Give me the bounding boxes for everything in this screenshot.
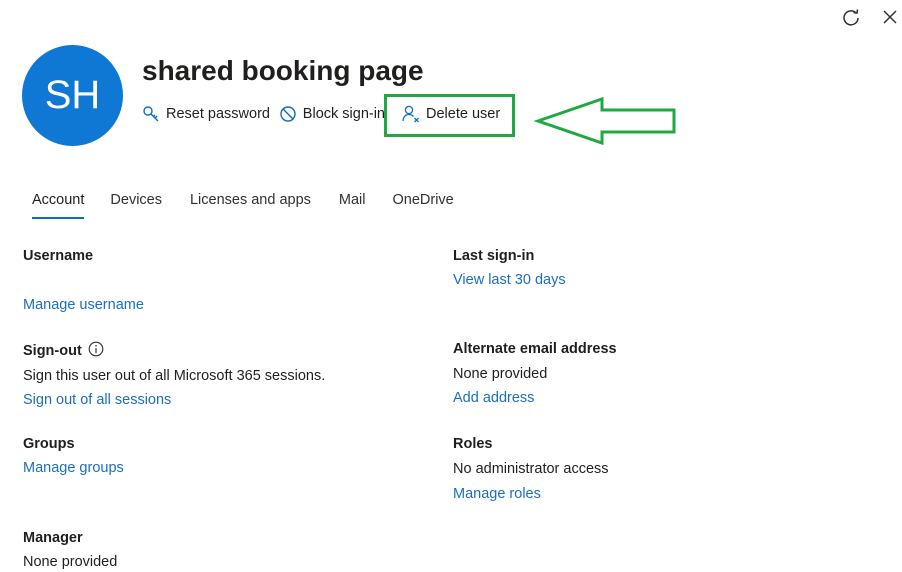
key-icon [141, 104, 161, 124]
groups-label: Groups [23, 436, 75, 452]
block-icon [279, 104, 298, 124]
user-details-panel: SH shared booking page Reset password Bl… [0, 0, 902, 572]
pointer-arrow [534, 96, 676, 146]
block-sign-in-button[interactable]: Block sign-in [279, 103, 385, 125]
alternate-email-label: Alternate email address [453, 341, 617, 357]
refresh-button[interactable] [840, 6, 862, 28]
tab-onedrive[interactable]: OneDrive [393, 190, 454, 216]
sign-out-description: Sign this user out of all Microsoft 365 … [23, 368, 326, 384]
username-label: Username [23, 248, 94, 264]
reset-password-label: Reset password [166, 106, 270, 122]
manager-label: Manager [23, 530, 83, 546]
manage-username-link[interactable]: Manage username [23, 297, 144, 313]
tab-mail[interactable]: Mail [339, 190, 366, 216]
close-icon [883, 10, 897, 24]
roles-value: No administrator access [453, 461, 609, 477]
close-button[interactable] [879, 6, 901, 28]
avatar: SH [22, 45, 123, 146]
delete-user-label: Delete user [426, 106, 501, 122]
delete-user-icon [401, 104, 421, 124]
last-sign-in-label: Last sign-in [453, 248, 535, 264]
manager-value: None provided [23, 554, 118, 570]
delete-user-button[interactable]: Delete user [401, 103, 500, 125]
tab-licenses-and-apps[interactable]: Licenses and apps [190, 190, 311, 216]
refresh-icon [843, 9, 859, 26]
tab-account[interactable]: Account [32, 190, 85, 219]
page-title: shared booking page [142, 55, 424, 86]
sign-out-label: Sign-out [23, 341, 104, 359]
alternate-email-value: None provided [453, 366, 548, 382]
manage-groups-link[interactable]: Manage groups [23, 460, 124, 476]
reset-password-button[interactable]: Reset password [141, 103, 270, 125]
tab-bar: Account Devices Licenses and apps Mail O… [22, 190, 454, 219]
sign-out-all-sessions-link[interactable]: Sign out of all sessions [23, 392, 171, 408]
tab-devices[interactable]: Devices [110, 190, 162, 216]
manage-roles-link[interactable]: Manage roles [453, 486, 541, 502]
roles-label: Roles [453, 436, 493, 452]
view-last-30-days-link[interactable]: View last 30 days [453, 272, 566, 288]
block-sign-in-label: Block sign-in [302, 106, 385, 122]
avatar-initials: SH [44, 73, 101, 117]
add-address-link[interactable]: Add address [453, 390, 534, 406]
info-icon[interactable] [88, 341, 104, 357]
